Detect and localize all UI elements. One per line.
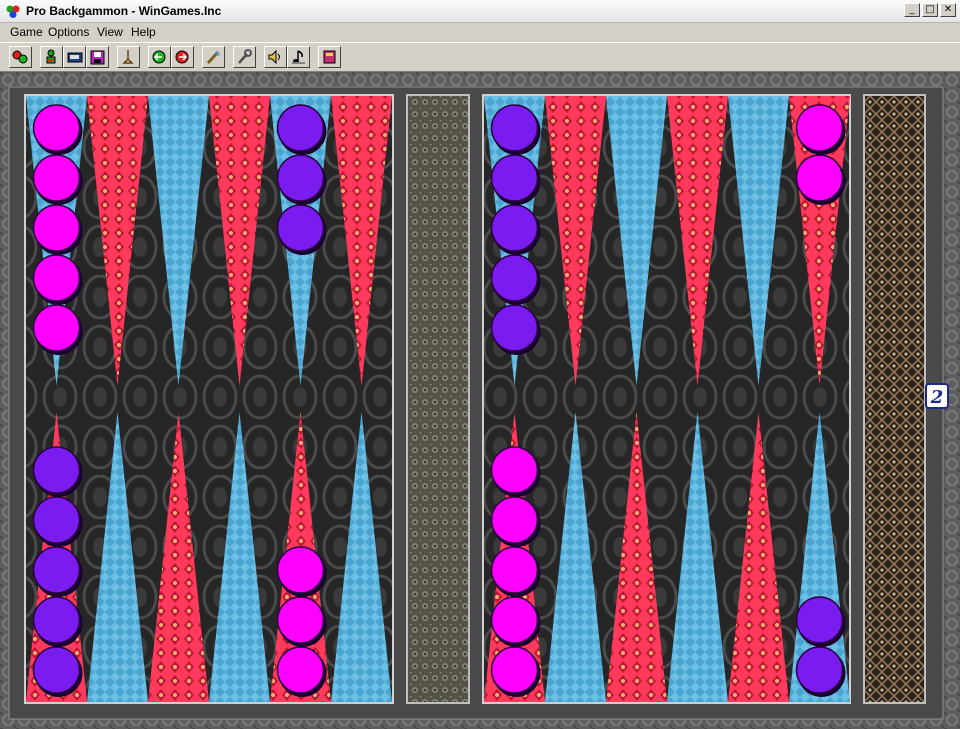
save-game-button[interactable] — [86, 46, 109, 68]
close-button[interactable]: ✕ — [940, 3, 956, 17]
maximize-button[interactable]: □ — [922, 3, 938, 17]
music-button[interactable] — [287, 46, 310, 68]
hint-button[interactable] — [117, 46, 140, 68]
help-book-icon — [323, 50, 336, 64]
bear-off-tray[interactable] — [863, 94, 926, 704]
players-icon — [46, 49, 56, 64]
new-game-button[interactable] — [9, 46, 32, 68]
open-game-button[interactable] — [63, 46, 86, 68]
music-icon — [292, 50, 305, 64]
hint-icon — [122, 50, 134, 64]
minimize-button[interactable]: _ — [904, 3, 920, 17]
doubling-cube-value: 2 — [930, 387, 944, 408]
menu-options[interactable]: Options — [48, 25, 89, 39]
board-design-icon — [206, 50, 220, 65]
menu-game[interactable]: Game — [10, 25, 43, 39]
menu-view[interactable]: View — [97, 25, 123, 39]
doubling-cube[interactable]: 2 — [925, 383, 949, 409]
help-book-button[interactable] — [318, 46, 341, 68]
menu-help[interactable]: Help — [131, 25, 156, 39]
title-bar: Pro Backgammon - WinGames.Inc _ □ ✕ — [0, 0, 960, 23]
app-icon — [6, 5, 20, 18]
backgammon-board[interactable]: 2 — [0, 72, 960, 729]
menu-bar: Game Options View Help — [0, 23, 960, 42]
new-game-icon — [12, 50, 28, 64]
players-button[interactable] — [40, 46, 63, 68]
undo-icon — [152, 50, 166, 64]
undo-button[interactable] — [148, 46, 171, 68]
sound-button[interactable] — [264, 46, 287, 68]
settings-tool-button[interactable] — [233, 46, 256, 68]
sound-icon — [268, 49, 280, 65]
window-title: Pro Backgammon - WinGames.Inc — [26, 4, 222, 18]
open-game-icon — [67, 52, 83, 63]
redo-button[interactable] — [171, 46, 194, 68]
redo-icon — [175, 50, 189, 64]
save-game-icon — [90, 50, 105, 65]
settings-tool-icon — [238, 49, 252, 64]
board-design-button[interactable] — [202, 46, 225, 68]
game-board: 2 — [0, 72, 960, 729]
toolbar — [0, 42, 960, 72]
center-bar[interactable] — [406, 94, 470, 704]
